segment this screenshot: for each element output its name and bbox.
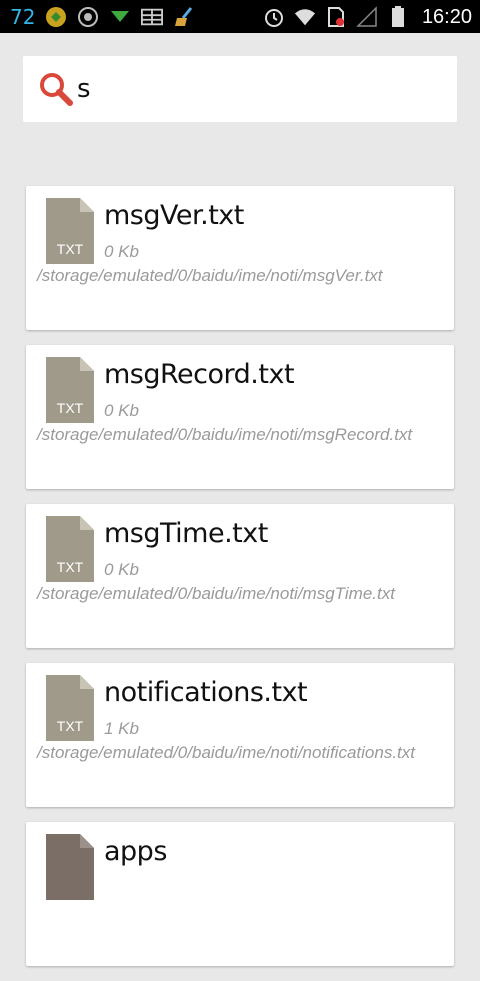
alarm-icon — [263, 6, 285, 28]
search-icon[interactable] — [37, 70, 77, 110]
file-name: notifications.txt — [104, 677, 308, 708]
file-name: msgVer.txt — [104, 200, 244, 231]
list-item[interactable]: TXT notifications.txt 1 Kb /storage/emul… — [26, 663, 454, 807]
clock-time: 16:20 — [421, 5, 472, 28]
file-list: TXT msgVer.txt 0 Kb /storage/emulated/0/… — [26, 186, 454, 981]
txt-file-icon: TXT — [46, 198, 94, 264]
list-item[interactable]: apps — [26, 822, 454, 966]
file-size: 0 Kb — [104, 401, 139, 420]
signal-icon — [356, 6, 378, 28]
svg-text:TXT: TXT — [57, 241, 84, 257]
file-name: apps — [104, 836, 167, 867]
txt-file-icon: TXT — [46, 516, 94, 582]
file-name: msgRecord.txt — [104, 359, 295, 390]
folder-icon — [46, 834, 94, 900]
file-name: msgTime.txt — [104, 518, 268, 549]
file-path: /storage/emulated/0/baidu/ime/noti/msgVe… — [37, 266, 383, 285]
grid-icon — [141, 6, 164, 28]
search-input[interactable]: s — [77, 74, 91, 104]
status-bar-left: 72 — [10, 5, 195, 29]
status-bar: 72 16:20 — [0, 0, 480, 33]
txt-file-icon: TXT — [46, 357, 94, 423]
txt-file-icon: TXT — [46, 675, 94, 741]
broom-icon — [173, 6, 195, 28]
list-item[interactable]: TXT msgTime.txt 0 Kb /storage/emulated/0… — [26, 504, 454, 648]
file-size: 0 Kb — [104, 242, 139, 261]
status-bar-right: 16:20 — [263, 4, 472, 30]
search-bar[interactable]: s — [23, 56, 457, 122]
wifi-icon — [294, 6, 316, 28]
svg-text:TXT: TXT — [57, 559, 84, 575]
target-icon — [77, 6, 99, 28]
download-icon — [109, 6, 131, 28]
file-path: /storage/emulated/0/baidu/ime/noti/msgRe… — [37, 425, 413, 444]
battery-icon — [387, 6, 409, 28]
svg-text:TXT: TXT — [57, 400, 84, 416]
list-item[interactable]: TXT msgRecord.txt 0 Kb /storage/emulated… — [26, 345, 454, 489]
sim-icon — [325, 6, 347, 28]
file-path: /storage/emulated/0/baidu/ime/noti/notif… — [37, 743, 415, 762]
svg-text:TXT: TXT — [57, 718, 84, 734]
battery-level-text: 72 — [10, 5, 36, 29]
file-path: /storage/emulated/0/baidu/ime/noti/msgTi… — [37, 584, 395, 603]
file-size: 0 Kb — [104, 560, 139, 579]
circle-logo-icon — [45, 6, 67, 28]
file-size: 1 Kb — [104, 719, 139, 738]
list-item[interactable]: TXT msgVer.txt 0 Kb /storage/emulated/0/… — [26, 186, 454, 330]
